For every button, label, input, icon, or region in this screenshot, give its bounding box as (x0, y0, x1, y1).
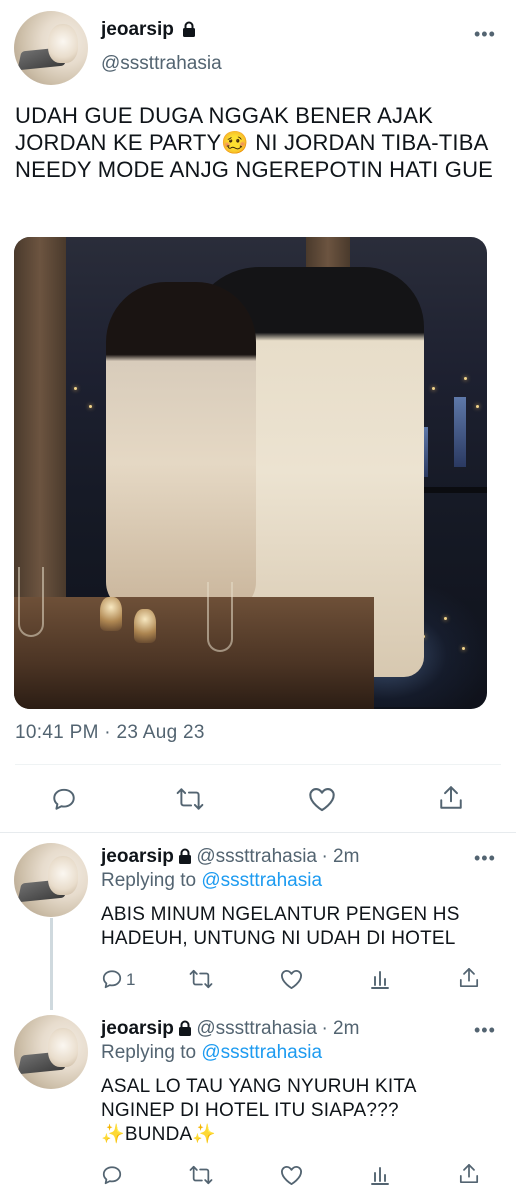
analytics-icon[interactable] (370, 968, 390, 990)
more-options-icon[interactable]: ••• (474, 848, 496, 869)
photo-table (14, 597, 374, 709)
avatar-cat (48, 24, 78, 63)
replying-to-link[interactable]: @sssttrahasia (201, 1042, 322, 1063)
avatar-cat (48, 856, 78, 895)
replying-to: Replying to @sssttrahasia (101, 870, 322, 892)
thread-line (50, 918, 53, 1010)
retweet-icon[interactable] (189, 1164, 213, 1186)
retweet-icon[interactable] (176, 786, 204, 812)
share-icon[interactable] (459, 967, 479, 989)
main-avatar[interactable] (14, 11, 88, 85)
city-light (444, 617, 447, 620)
lock-icon (178, 848, 192, 869)
like-icon[interactable] (280, 968, 303, 990)
reply-avatar[interactable] (14, 1015, 88, 1089)
main-handle[interactable]: @sssttrahasia (101, 53, 222, 75)
lock-icon (182, 21, 196, 42)
city-light (74, 387, 77, 390)
lock-icon (178, 1020, 192, 1041)
reply-text: ASAL LO TAU YANG NYURUH KITA NGINEP DI H… (101, 1076, 416, 1145)
avatar-cat (48, 1028, 78, 1067)
city-light (89, 405, 92, 408)
reply-icon[interactable] (101, 968, 123, 990)
reply-display-name[interactable]: jeoarsip (101, 846, 174, 867)
reply-icon[interactable] (51, 786, 77, 812)
building (454, 397, 466, 467)
tweet-photo[interactable] (14, 237, 487, 709)
replying-to: Replying to @sssttrahasia (101, 1042, 322, 1064)
candle (100, 597, 122, 631)
city-light (462, 647, 465, 650)
more-options-icon[interactable]: ••• (474, 1020, 496, 1041)
analytics-icon[interactable] (370, 1164, 390, 1186)
share-icon[interactable] (459, 1163, 479, 1185)
main-author[interactable]: jeoarsip (101, 19, 196, 42)
more-options-icon[interactable]: ••• (474, 24, 496, 45)
reply-icon[interactable] (101, 1164, 123, 1186)
reply-display-name[interactable]: jeoarsip (101, 1018, 174, 1039)
retweet-icon[interactable] (189, 968, 213, 990)
reply-header: jeoarsip @sssttrahasia · 2m (101, 1018, 359, 1041)
replying-prefix: Replying to (101, 870, 197, 891)
like-icon[interactable] (308, 786, 336, 812)
reply-handle[interactable]: @sssttrahasia (196, 846, 317, 867)
reply-time[interactable]: · 2m (321, 1018, 359, 1039)
tweet-timestamp[interactable]: 10:41 PM · 23 Aug 23 (15, 722, 205, 744)
city-light (476, 405, 479, 408)
replying-to-link[interactable]: @sssttrahasia (201, 870, 322, 891)
replying-prefix: Replying to (101, 1042, 197, 1063)
city-light (432, 387, 435, 390)
divider (0, 832, 516, 833)
main-tweet-text: UDAH GUE DUGA NGGAK BENER AJAK JORDAN KE… (15, 103, 494, 182)
reply-text: ABIS MINUM NGELANTUR PENGEN HS HADEUH, U… (101, 904, 460, 949)
wine-glass (18, 567, 44, 637)
reply-avatar[interactable] (14, 843, 88, 917)
like-icon[interactable] (280, 1164, 303, 1186)
main-display-name[interactable]: jeoarsip (101, 19, 174, 40)
photo-person (106, 282, 256, 612)
wine-glass (207, 582, 233, 652)
reply-header: jeoarsip @sssttrahasia · 2m (101, 846, 359, 869)
candle (134, 609, 156, 643)
share-icon[interactable] (439, 785, 463, 811)
reply-handle[interactable]: @sssttrahasia (196, 1018, 317, 1039)
reply-count: 1 (126, 970, 136, 989)
reply-time[interactable]: · 2m (321, 846, 359, 867)
divider (15, 764, 501, 765)
city-light (464, 377, 467, 380)
